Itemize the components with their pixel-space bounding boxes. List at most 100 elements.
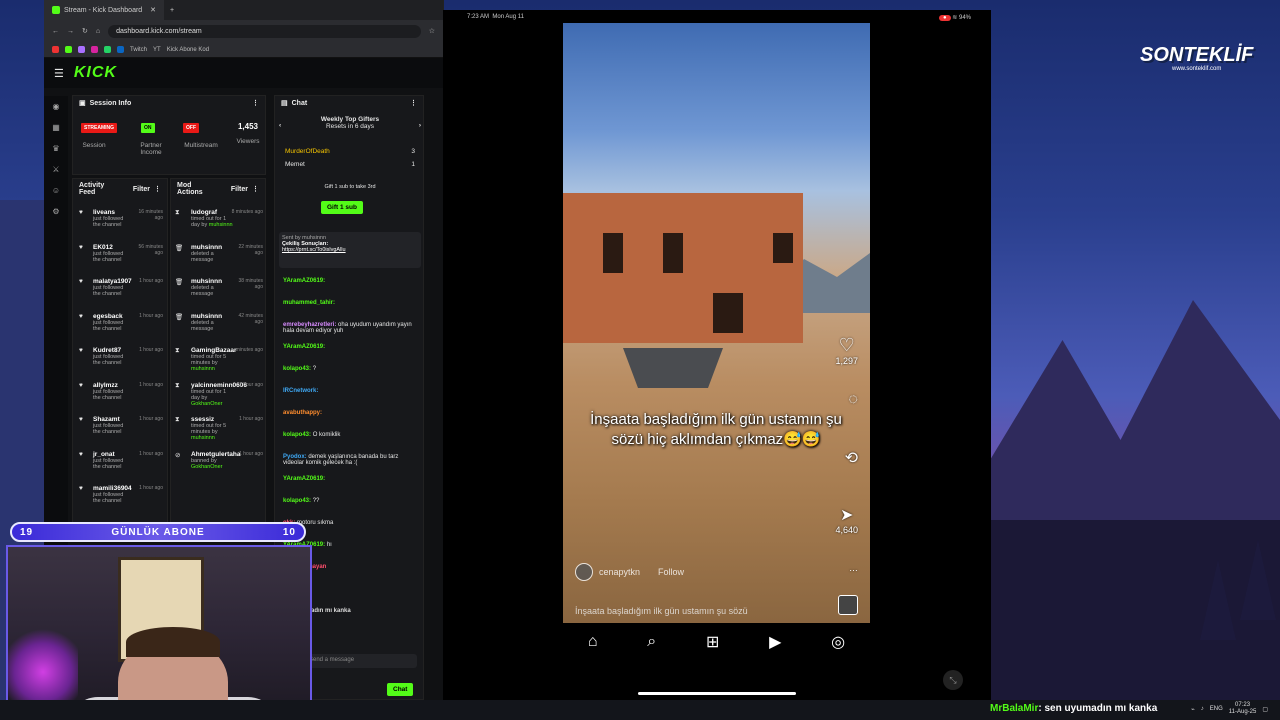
chat-message[interactable]: kolapo43: ??: [283, 498, 419, 504]
mod-action-item[interactable]: ⧗ ssessiz timed out for 5 minutes by muhsi…: [175, 416, 263, 441]
more-icon[interactable]: ⋮: [252, 99, 259, 107]
bookmark-icon[interactable]: [78, 46, 85, 53]
chat-message[interactable]: YAramAZ0619:: [283, 344, 419, 350]
activity-item[interactable]: ♥ Shazamt just followed the channel 1 hour …: [79, 416, 163, 435]
chat-send-button[interactable]: Chat: [387, 683, 414, 696]
activity-item[interactable]: ♥ jr_onat just followed the channel 1 hour …: [79, 451, 163, 470]
collapse-icon[interactable]: ⤡: [943, 670, 963, 690]
audio-thumb[interactable]: [838, 595, 858, 615]
menu-icon[interactable]: ☰: [54, 67, 64, 80]
chat-input[interactable]: Send a message: [303, 654, 417, 668]
pinned-link[interactable]: https://prnt.sc/To0islvgAllu: [282, 247, 418, 253]
chat-message[interactable]: muhammed_tahir:: [283, 300, 419, 306]
more-icon[interactable]: ⋮: [154, 185, 161, 193]
dashboard-icon[interactable]: ▦: [52, 123, 60, 132]
mod-action-item[interactable]: 🗑 muhsinnn deleted a message 38 minutes ag…: [175, 278, 263, 297]
next-icon[interactable]: ›: [419, 122, 421, 129]
chat-message[interactable]: kolapo43: ?: [283, 366, 419, 372]
users-icon[interactable]: ☺: [52, 186, 60, 195]
follow-button[interactable]: Follow: [658, 567, 684, 577]
activity-item[interactable]: ♥ EK012 just followed the channel 56 minute…: [79, 244, 163, 263]
chat-username[interactable]: kolapo43:: [283, 366, 311, 372]
activity-item[interactable]: ♥ mamili36904 just followed the channel 1 h…: [79, 485, 163, 504]
new-tab-icon[interactable]: +: [164, 7, 180, 14]
kick-logo[interactable]: KICK: [74, 64, 117, 82]
bookmark-twitch[interactable]: Twitch: [130, 47, 147, 53]
url-field[interactable]: dashboard.kick.com/stream: [108, 24, 421, 38]
mod-action-item[interactable]: 🗑 muhsinnn deleted a message 22 minutes ag…: [175, 244, 263, 263]
language-indicator[interactable]: ENG: [1210, 706, 1223, 712]
activity-item[interactable]: ♥ liveans just followed the channel 16 minu…: [79, 209, 163, 228]
mod-actor[interactable]: GokhanOner: [191, 464, 223, 470]
chat-username[interactable]: kolapo43:: [283, 432, 311, 438]
close-icon[interactable]: ✕: [150, 6, 156, 14]
bookmark-kick-abone[interactable]: Kick Abone Kod: [167, 47, 209, 53]
stream-icon[interactable]: ◉: [53, 102, 60, 111]
avatar[interactable]: [575, 563, 593, 581]
bookmark-icon[interactable]: [117, 46, 124, 53]
reel-description[interactable]: İnşaata başladığım ilk gün ustamın şu sö…: [575, 606, 748, 616]
activity-filter[interactable]: Filter: [133, 186, 150, 193]
profile-icon[interactable]: ◎: [831, 632, 845, 652]
mod-actor[interactable]: muhsinnn: [191, 435, 215, 441]
search-icon[interactable]: ⌕: [647, 633, 656, 651]
gift-sub-button[interactable]: Gift 1 sub: [321, 201, 363, 214]
reel-video[interactable]: İnşaata başladığım ilk gün ustamın şu sö…: [563, 23, 870, 623]
reel-username[interactable]: cenapytkn: [599, 567, 640, 577]
chat-message[interactable]: Pyodox: demek yaşlanınca banada bu tarz …: [283, 454, 419, 466]
trophy-icon[interactable]: ♛: [52, 144, 59, 153]
chat-message[interactable]: avabuthappy:: [283, 410, 419, 416]
activity-item[interactable]: ♥ Kudret87 just followed the channel 1 hour…: [79, 347, 163, 366]
chat-message[interactable]: YAramAZ0619:: [283, 278, 419, 284]
mod-action-item[interactable]: ⧗ ludograf timed out for 1 day by muhsinnn…: [175, 209, 263, 228]
reels-icon[interactable]: ▶: [769, 632, 781, 652]
like-button[interactable]: ♡ 1,297: [835, 335, 858, 366]
mod-action-item[interactable]: 🗑 muhsinnn deleted a message 42 minutes ag…: [175, 313, 263, 332]
home-icon[interactable]: ⌂: [96, 28, 100, 35]
bookmark-icon[interactable]: [91, 46, 98, 53]
forward-icon[interactable]: →: [67, 28, 74, 35]
mod-icon[interactable]: ⚔: [52, 165, 59, 174]
share-button[interactable]: ➤ 4,640: [835, 505, 858, 535]
chat-username[interactable]: IRCnetwork:: [283, 388, 318, 394]
chat-username[interactable]: muhammed_tahir:: [283, 300, 335, 306]
settings-icon[interactable]: ⚙: [52, 207, 59, 216]
mod-action-item[interactable]: ⧗ GamingBazaar timed out for 5 minutes by …: [175, 347, 263, 372]
network-icon[interactable]: ⌁: [1191, 706, 1195, 713]
comment-button[interactable]: ◌: [848, 391, 858, 409]
star-icon[interactable]: ☆: [429, 27, 435, 35]
volume-icon[interactable]: ♪: [1201, 706, 1204, 712]
activity-item[interactable]: ♥ allylmzz just followed the channel 1 hour…: [79, 382, 163, 401]
bookmark-yt[interactable]: YT: [153, 47, 161, 53]
tab-kick-dashboard[interactable]: Stream - Kick Dashboard ✕: [44, 0, 164, 20]
more-icon[interactable]: ⋮: [410, 99, 417, 107]
chat-username[interactable]: avabuthappy:: [283, 410, 322, 416]
bookmark-icon[interactable]: [52, 46, 59, 53]
chat-message[interactable]: kolapo43: O komiklik: [283, 432, 419, 438]
more-button[interactable]: …: [849, 563, 858, 573]
prev-icon[interactable]: ‹: [279, 122, 281, 129]
back-icon[interactable]: ←: [52, 28, 59, 35]
create-icon[interactable]: ⊞: [706, 632, 719, 652]
notification-icon[interactable]: ▢: [1262, 706, 1268, 713]
chat-username[interactable]: YAramAZ0619:: [283, 476, 325, 482]
reload-icon[interactable]: ↻: [82, 27, 88, 35]
bookmark-icon[interactable]: [104, 46, 111, 53]
chat-username[interactable]: YAramAZ0619:: [283, 344, 325, 350]
mod-action-item[interactable]: ⧗ yalcinneminn0606 timed out for 1 day by …: [175, 382, 263, 407]
chat-message[interactable]: emrebeyhazretleri: oha uyudum uyandım ya…: [283, 322, 419, 334]
chat-username[interactable]: YAramAZ0619:: [283, 278, 325, 284]
mod-action-item[interactable]: ⊘ Ahmetgulertaha banned by GokhanOner 1 hou…: [175, 451, 263, 470]
chat-username[interactable]: kolapo43:: [283, 498, 311, 504]
mod-actor[interactable]: muhsinnn: [209, 222, 233, 228]
bookmark-icon[interactable]: [65, 46, 72, 53]
activity-item[interactable]: ♥ malatya1907 just followed the channel 1 h…: [79, 278, 163, 297]
clock[interactable]: 07:23 11-Aug-25: [1229, 702, 1257, 716]
mod-actions-filter[interactable]: Filter: [231, 186, 248, 193]
chat-message[interactable]: IRCnetwork:: [283, 388, 419, 394]
chat-message[interactable]: YAramAZ0619:: [283, 476, 419, 482]
home-indicator[interactable]: [638, 692, 796, 695]
more-icon[interactable]: ⋮: [252, 185, 259, 193]
activity-item[interactable]: ♥ egesback just followed the channel 1 hour…: [79, 313, 163, 332]
mod-actor[interactable]: muhsinnn: [191, 366, 215, 372]
